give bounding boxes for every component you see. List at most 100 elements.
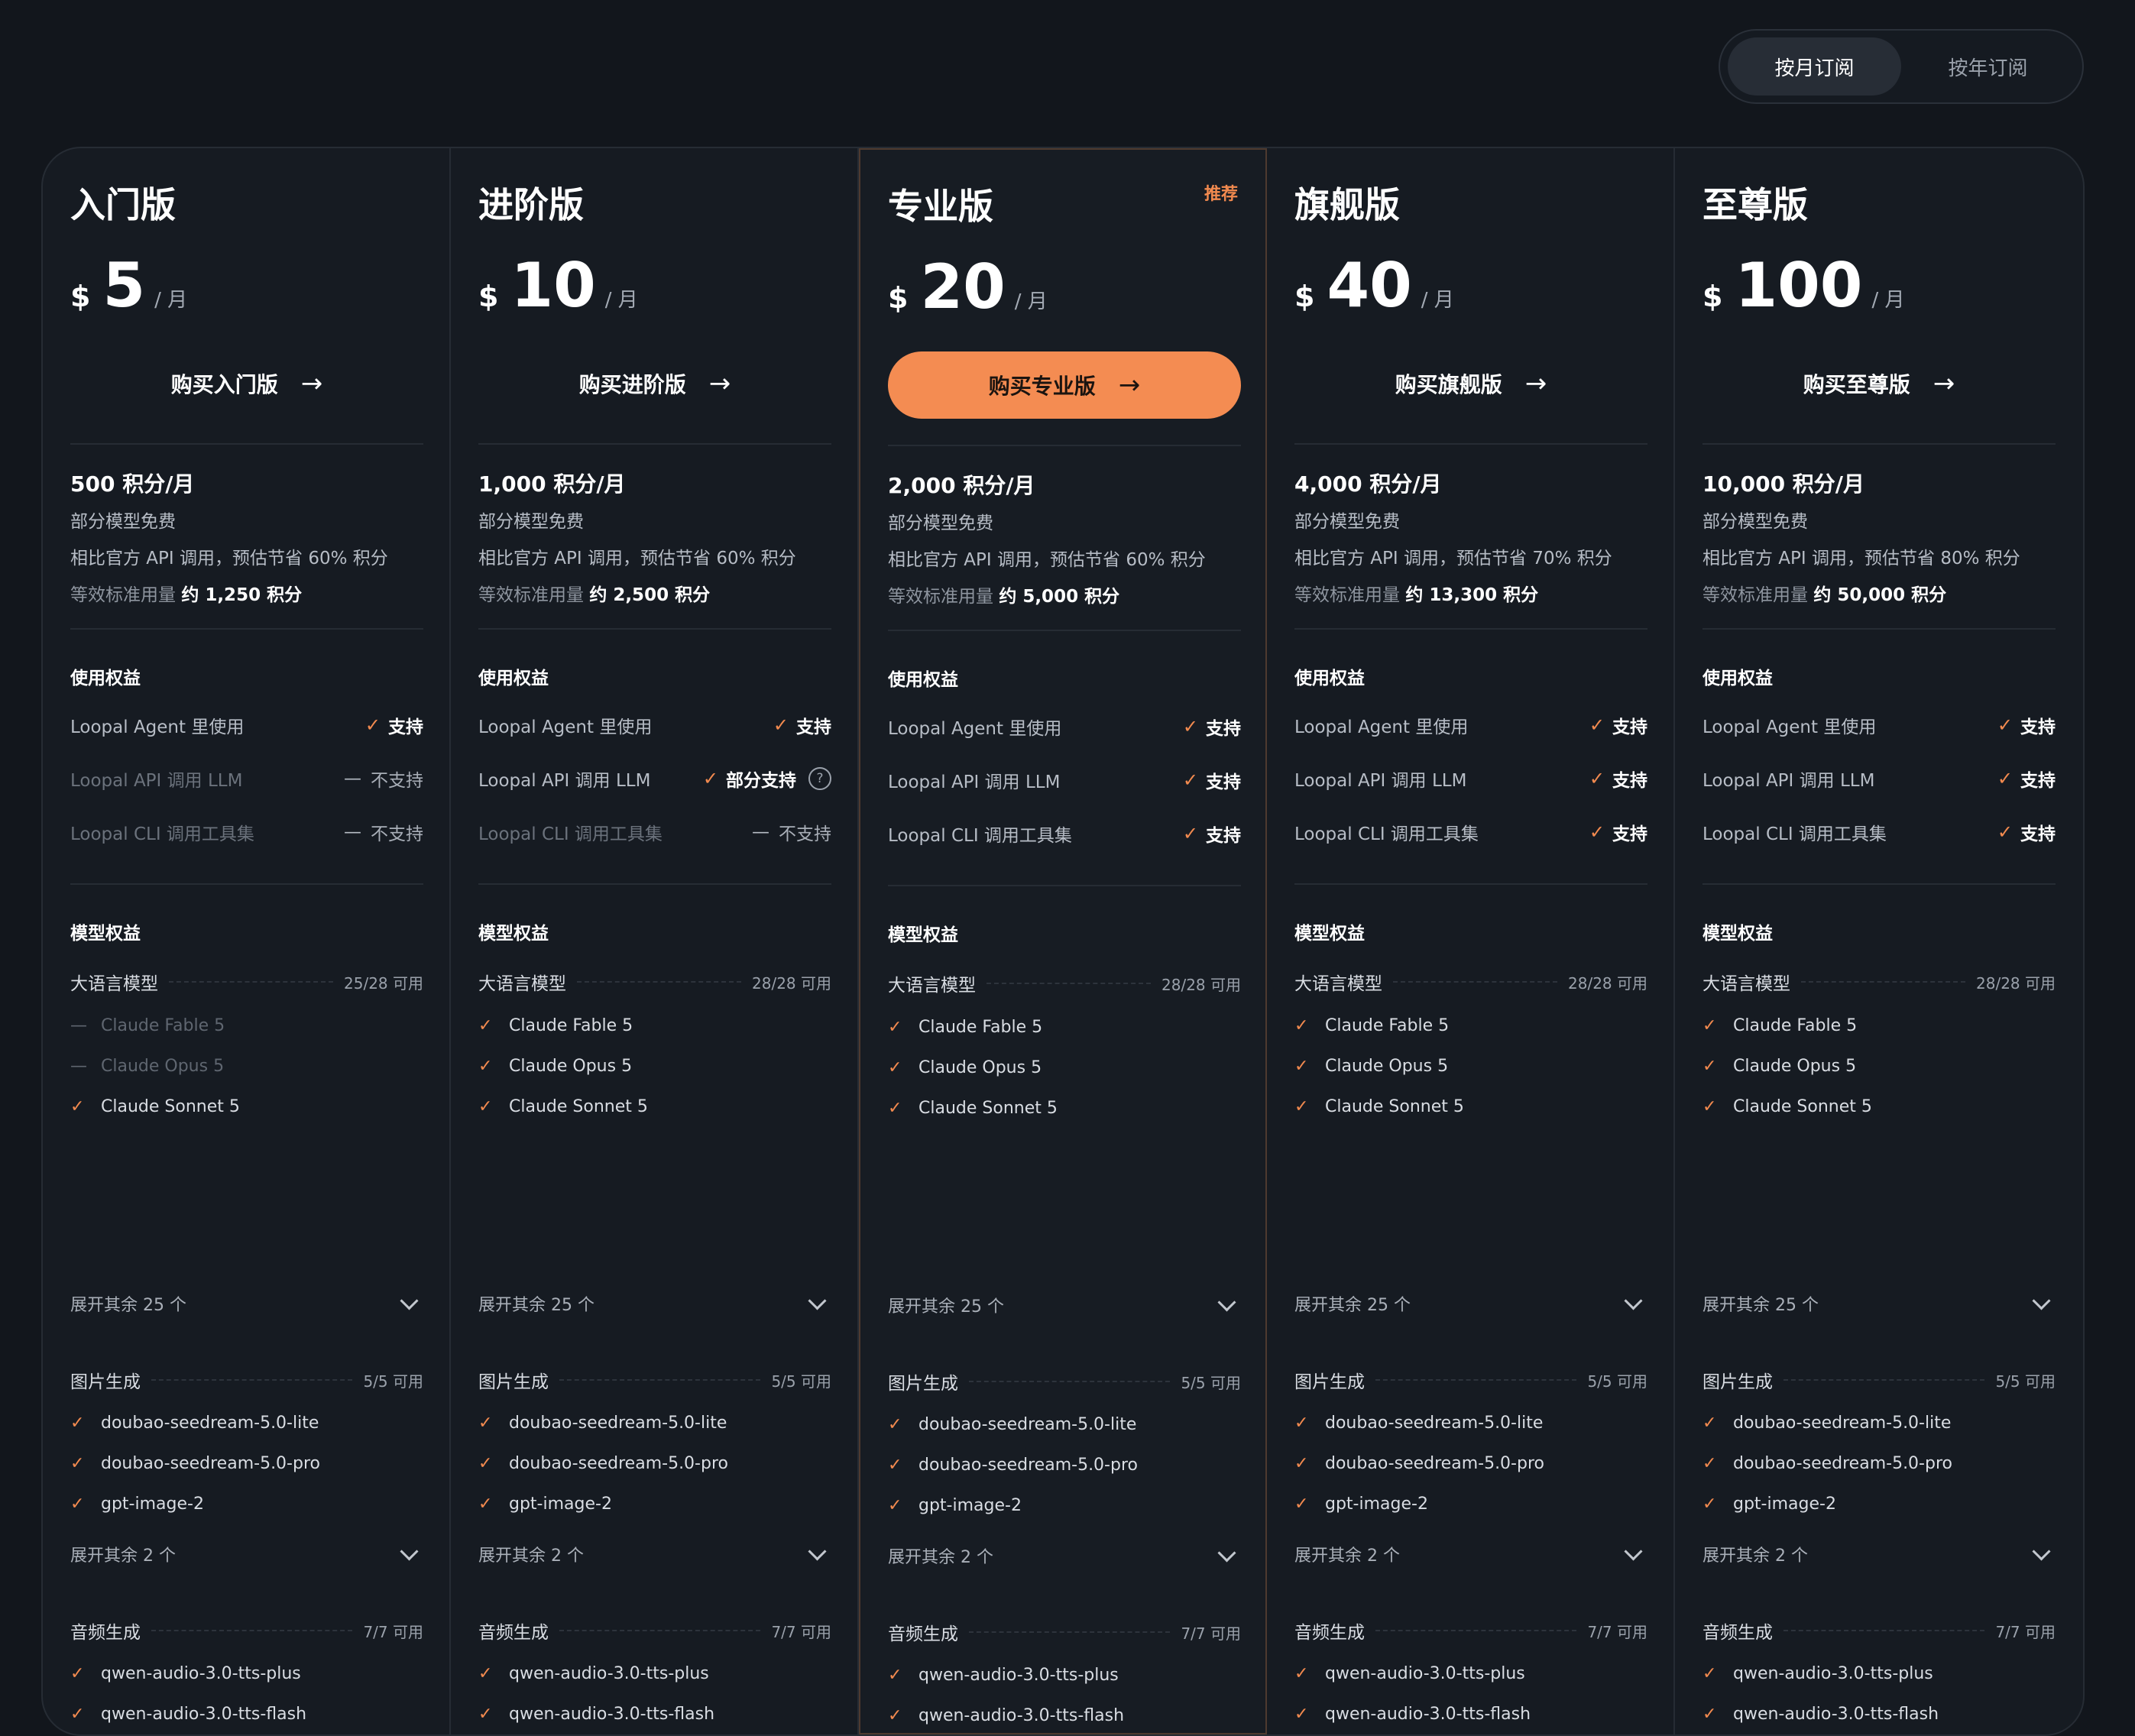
model-item: ✓ doubao-seedream-5.0-lite [70,1409,423,1436]
currency-symbol: $ [1702,280,1723,313]
feature-name: Loopal CLI 调用工具集 [1702,824,1887,844]
chevron-down-icon [1624,1541,1643,1561]
equivalent-usage: 等效标准用量 约 50,000 积分 [1702,580,1946,606]
price-period: / 月 [604,289,638,312]
buy-plan-button[interactable]: 购买进阶版 → [478,350,831,417]
model-item: ✓ qwen-audio-3.0-tts-flash [1702,1700,2056,1728]
model-item: ✓ qwen-audio-3.0-tts-plus [1294,1660,1647,1687]
feature-name: Loopal Agent 里使用 [1702,717,1877,737]
dash-icon: — [70,1015,87,1035]
recommended-badge: 推荐 [1204,185,1238,204]
model-name: qwen-audio-3.0-tts-flash [1325,1704,1531,1724]
dotted-leader [1393,981,1557,983]
check-icon: ✓ [1294,1056,1309,1076]
expand-more-button[interactable]: 展开其余 25 个 [1294,1288,1647,1319]
feature-status-label: 不支持 [371,771,423,791]
expand-label: 展开其余 25 个 [1294,1296,1411,1315]
help-icon[interactable]: ? [808,767,831,790]
expand-more-button[interactable]: 展开其余 25 个 [478,1288,831,1319]
feature-status-label: 支持 [2020,717,2056,737]
category-count: 7/7 可用 [1995,1622,2056,1641]
equivalent-usage: 等效标准用量 约 1,250 积分 [70,580,302,606]
check-icon: ✓ [478,1494,493,1514]
category-image: 图片生成 5/5 可用 [478,1367,831,1393]
feature-status: ✓ 支持 [1183,767,1241,793]
yearly-billing-option[interactable]: 按年订阅 [1901,37,2075,96]
expand-more-button[interactable]: 展开其余 2 个 [1294,1539,1647,1569]
check-icon: ✓ [1702,1015,1717,1035]
expand-more-button[interactable]: 展开其余 2 个 [888,1540,1241,1571]
divider [70,443,423,445]
category-image: 图片生成 5/5 可用 [70,1367,423,1393]
buy-plan-button[interactable]: 购买入门版 → [70,350,423,417]
model-name: gpt-image-2 [101,1494,204,1514]
partial-free-note: 部分模型免费 [70,512,176,532]
savings-note: 相比官方 API 调用，预估节省 80% 积分 [1702,549,2020,568]
model-item: ✓ Claude Opus 5 [888,1054,1241,1081]
category-name: 大语言模型 [1702,974,1790,994]
chevron-down-icon [2032,1291,2051,1310]
expand-more-button[interactable]: 展开其余 25 个 [1702,1288,2056,1319]
model-item: ✓ Claude Fable 5 [1702,1012,2056,1039]
expand-more-button[interactable]: 展开其余 25 个 [888,1290,1241,1320]
check-icon: ✓ [1182,769,1198,791]
model-item: ✓ qwen-audio-3.0-tts-flash [70,1700,423,1728]
category-llm: 大语言模型 28/28 可用 [478,969,831,995]
check-icon: ✓ [1294,1704,1309,1724]
expand-more-button[interactable]: 展开其余 2 个 [70,1539,423,1569]
feature-name: Loopal API 调用 LLM [1702,771,1875,791]
billing-toggle: 按月订阅 按年订阅 [1719,29,2084,104]
feature-status-label: 不支持 [371,824,423,844]
check-icon: ✓ [888,1495,902,1515]
feature-name: Loopal CLI 调用工具集 [478,824,663,844]
plan-name: 入门版 [70,184,176,225]
model-name: doubao-seedream-5.0-pro [1325,1453,1544,1473]
model-item: ✓ Claude Sonnet 5 [70,1093,423,1120]
plan-name: 进阶版 [478,184,584,225]
model-rights-heading: 模型权益 [1702,924,1773,944]
feature-row-cli: Loopal CLI 调用工具集 ✓ 支持 [1702,817,2056,847]
equivalent-usage-label: 等效标准用量 [1702,585,1808,605]
category-count: 5/5 可用 [1587,1372,1647,1391]
expand-more-button[interactable]: 展开其余 2 个 [1702,1539,2056,1569]
model-name: gpt-image-2 [1733,1494,1836,1514]
model-item: ✓ doubao-seedream-5.0-pro [478,1449,831,1477]
category-name: 图片生成 [1702,1372,1773,1392]
plan-credits: 500 积分/月 [70,471,195,497]
partial-free-note: 部分模型免费 [1702,512,1808,532]
category-name: 音频生成 [888,1624,958,1644]
monthly-billing-option[interactable]: 按月订阅 [1728,37,1901,96]
equivalent-usage-label: 等效标准用量 [1294,585,1400,605]
model-name: Claude Fable 5 [509,1015,633,1035]
model-item: ✓ gpt-image-2 [888,1491,1241,1519]
currency-symbol: $ [1294,280,1315,313]
check-icon: ✓ [1702,1453,1717,1473]
feature-row-agent: Loopal Agent 里使用 ✓ 支持 [1294,710,1647,740]
check-icon: ✓ [1294,1096,1309,1116]
model-name: Claude Sonnet 5 [1733,1096,1872,1116]
feature-status: — 不支持 [752,819,831,845]
buy-plan-button[interactable]: 购买旗舰版 → [1294,350,1647,417]
check-icon: ✓ [1997,768,2013,789]
category-audio: 音频生成 7/7 可用 [888,1619,1241,1645]
feature-name: Loopal API 调用 LLM [70,771,243,791]
pricing-plans: 入门版 $ 5 / 月 购买入门版 → 500 积分/月 部分模型免费 相比官方… [41,147,2085,1736]
model-item: ✓ doubao-seedream-5.0-pro [888,1451,1241,1479]
expand-label: 展开其余 2 个 [70,1547,176,1566]
chevron-down-icon [808,1541,827,1561]
buy-plan-button[interactable]: 购买专业版 → [888,351,1241,419]
chevron-down-icon [400,1541,419,1561]
divider [1702,628,2056,630]
expand-more-button[interactable]: 展开其余 25 个 [70,1288,423,1319]
savings-note: 相比官方 API 调用，预估节省 60% 积分 [70,549,388,568]
model-item: ✓ Claude Opus 5 [1294,1052,1647,1080]
currency-symbol: $ [478,280,499,313]
dotted-leader [1783,1630,1985,1631]
divider [70,628,423,630]
buy-plan-button[interactable]: 购买至尊版 → [1702,350,2056,417]
feature-status: ✓ 支持 [1183,821,1241,847]
feature-status: ✓ 支持 [1183,714,1241,740]
expand-more-button[interactable]: 展开其余 2 个 [478,1539,831,1569]
model-item: ✓ Claude Fable 5 [1294,1012,1647,1039]
model-item: ✓ qwen-audio-3.0-tts-flash [1294,1700,1647,1728]
